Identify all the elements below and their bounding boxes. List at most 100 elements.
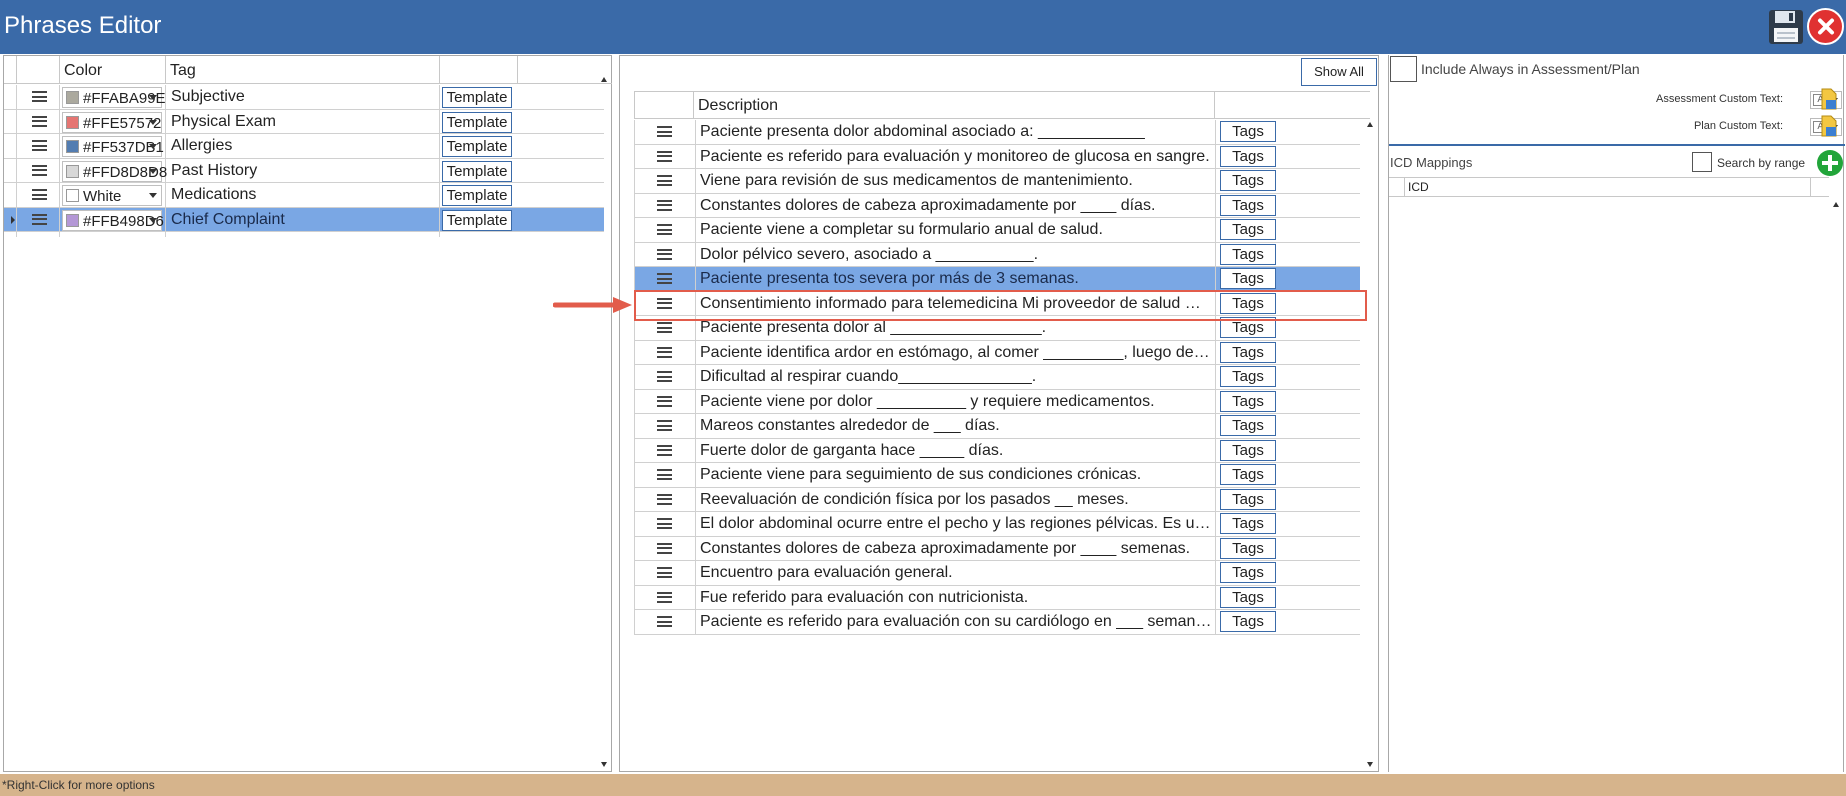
phrase-row[interactable]: Paciente viene a completar su formulario… <box>634 218 1360 243</box>
tags-button[interactable]: Tags <box>1220 439 1276 461</box>
description-cell[interactable]: Mareos constantes alrededor de ___ días. <box>695 414 1216 438</box>
tags-button[interactable]: Tags <box>1220 513 1276 534</box>
scroll-up-icon[interactable] <box>601 77 607 82</box>
tags-button[interactable]: Tags <box>1220 268 1276 289</box>
color-dropdown[interactable]: #FFB498D6 <box>62 209 164 231</box>
tags-button[interactable]: Tags <box>1220 586 1276 608</box>
phrase-row[interactable]: Paciente identifica ardor en estómago, a… <box>634 340 1360 365</box>
phrase-row[interactable]: Fue referido para evaluación con nutrici… <box>634 585 1360 610</box>
drag-handle-icon[interactable] <box>32 115 47 127</box>
tags-button[interactable]: Tags <box>1220 145 1276 167</box>
phrase-row[interactable]: Paciente es referido para evaluación con… <box>634 610 1360 635</box>
description-cell[interactable]: Constantes dolores de cabeza aproximadam… <box>695 536 1216 561</box>
template-button[interactable]: Template <box>442 136 512 157</box>
scroll-down-icon[interactable] <box>1367 762 1373 767</box>
tags-button[interactable]: Tags <box>1220 121 1276 142</box>
tags-button[interactable]: Tags <box>1220 611 1276 632</box>
drag-handle-icon[interactable] <box>32 91 47 102</box>
close-icon[interactable] <box>1807 8 1844 45</box>
tag-row[interactable]: #FFD8D8D8 Past History Template <box>4 158 604 188</box>
show-all-button[interactable]: Show All <box>1301 58 1377 86</box>
description-cell[interactable]: Paciente viene a completar su formulario… <box>695 218 1216 242</box>
save-floppy-icon[interactable] <box>1768 9 1804 45</box>
tag-row[interactable]: #FFB498D6 Chief Complaint Template <box>4 207 604 237</box>
tags-button[interactable]: Tags <box>1220 219 1276 240</box>
drag-handle-icon[interactable] <box>32 140 47 151</box>
description-cell[interactable]: El dolor abdominal ocurre entre el pecho… <box>695 512 1216 536</box>
drag-handle-icon[interactable] <box>657 591 672 603</box>
description-cell[interactable]: Viene para revisión de sus medicamentos … <box>695 169 1216 193</box>
phrase-row[interactable]: Fuerte dolor de garganta hace _____ días… <box>634 438 1360 463</box>
template-button[interactable]: Template <box>442 111 512 133</box>
phrase-row[interactable]: Dolor pélvico severo, asociado a _______… <box>634 242 1360 267</box>
color-dropdown[interactable]: #FF537DB1 <box>62 136 164 157</box>
tag-row[interactable]: #FFE57572 Physical Exam Template <box>4 109 604 139</box>
scroll-down-icon[interactable] <box>601 762 607 767</box>
phrase-row[interactable]: Mareos constantes alrededor de ___ días.… <box>634 414 1360 439</box>
tag-row[interactable]: #FFABA99E Subjective Template <box>4 85 604 114</box>
drag-handle-icon[interactable] <box>657 150 672 162</box>
template-button[interactable]: Template <box>442 160 512 182</box>
scroll-up-icon[interactable] <box>1833 202 1839 207</box>
color-dropdown[interactable]: White <box>62 185 162 206</box>
drag-handle-icon[interactable] <box>657 248 672 260</box>
description-cell[interactable]: Paciente viene por dolor __________ y re… <box>695 389 1216 414</box>
document-icon[interactable] <box>1820 115 1838 137</box>
drag-handle-icon[interactable] <box>657 567 672 578</box>
drag-handle-icon[interactable] <box>657 199 672 211</box>
description-cell[interactable]: Paciente presenta dolor al _____________… <box>695 316 1216 340</box>
tags-button[interactable]: Tags <box>1220 292 1276 314</box>
tag-row[interactable]: #FF537DB1 Allergies Template <box>4 134 604 163</box>
color-dropdown[interactable]: #FFD8D8D8 <box>62 160 167 182</box>
drag-handle-icon[interactable] <box>657 616 672 627</box>
drag-handle-icon[interactable] <box>657 469 672 480</box>
drag-handle-icon[interactable] <box>32 164 47 176</box>
drag-handle-icon[interactable] <box>657 224 672 235</box>
drag-handle-icon[interactable] <box>657 518 672 529</box>
tags-button[interactable]: Tags <box>1220 341 1276 363</box>
template-button[interactable]: Template <box>442 185 512 206</box>
phrase-row[interactable]: El dolor abdominal ocurre entre el pecho… <box>634 512 1360 537</box>
phrase-row[interactable]: Paciente presenta dolor abdominal asocia… <box>634 120 1360 145</box>
phrase-row[interactable]: Reevaluación de condición física por los… <box>634 487 1360 512</box>
description-cell[interactable]: Encuentro para evaluación general. <box>695 561 1216 585</box>
tags-button[interactable]: Tags <box>1220 488 1276 510</box>
tags-button[interactable]: Tags <box>1220 415 1276 436</box>
drag-handle-icon[interactable] <box>657 444 672 456</box>
drag-handle-icon[interactable] <box>657 493 672 505</box>
description-cell[interactable]: Paciente es referido para evaluación con… <box>695 610 1216 634</box>
color-column-header[interactable]: Color <box>60 56 166 84</box>
drag-cell[interactable] <box>17 207 60 237</box>
color-dropdown[interactable]: #FFABA99E <box>62 87 166 108</box>
description-cell[interactable]: Reevaluación de condición física por los… <box>695 487 1216 512</box>
description-cell[interactable]: Consentimiento informado para telemedici… <box>695 291 1216 316</box>
drag-handle-icon[interactable] <box>32 213 47 225</box>
drag-handle-icon[interactable] <box>657 542 672 554</box>
phrase-row[interactable]: Paciente viene para seguimiento de sus c… <box>634 463 1360 488</box>
phrase-row[interactable]: Paciente presenta tos severa por más de … <box>634 267 1360 292</box>
template-button[interactable]: Template <box>442 87 512 108</box>
drag-handle-icon[interactable] <box>657 395 672 407</box>
description-column-header[interactable]: Description <box>694 92 1215 119</box>
phrase-row[interactable]: Dificultad al respirar cuando___________… <box>634 365 1360 390</box>
description-cell[interactable]: Dolor pélvico severo, asociado a _______… <box>695 242 1216 267</box>
phrase-row[interactable]: Paciente es referido para evaluación y m… <box>634 144 1360 169</box>
phrase-row[interactable]: Paciente presenta dolor al _____________… <box>634 316 1360 341</box>
color-dropdown[interactable]: #FFE57572 <box>62 111 162 133</box>
description-cell[interactable]: Dificultad al respirar cuando___________… <box>695 365 1216 389</box>
description-cell[interactable]: Fue referido para evaluación con nutrici… <box>695 585 1216 610</box>
search-by-range-checkbox[interactable] <box>1692 152 1712 172</box>
tags-button[interactable]: Tags <box>1220 537 1276 559</box>
drag-handle-icon[interactable] <box>32 189 47 200</box>
icd-column-header[interactable]: ICD <box>1405 178 1811 197</box>
tags-button[interactable]: Tags <box>1220 170 1276 191</box>
tag-row[interactable]: White Medications Template <box>4 183 604 212</box>
drag-handle-icon[interactable] <box>657 346 672 358</box>
drag-handle-icon[interactable] <box>657 175 672 186</box>
tag-cell[interactable]: Chief Complaint <box>166 207 440 237</box>
scroll-up-icon[interactable] <box>1367 122 1373 127</box>
tags-button[interactable]: Tags <box>1220 194 1276 216</box>
description-cell[interactable]: Paciente presenta dolor abdominal asocia… <box>695 120 1216 144</box>
tags-button[interactable]: Tags <box>1220 464 1276 485</box>
phrase-row[interactable]: Paciente viene por dolor __________ y re… <box>634 389 1360 414</box>
